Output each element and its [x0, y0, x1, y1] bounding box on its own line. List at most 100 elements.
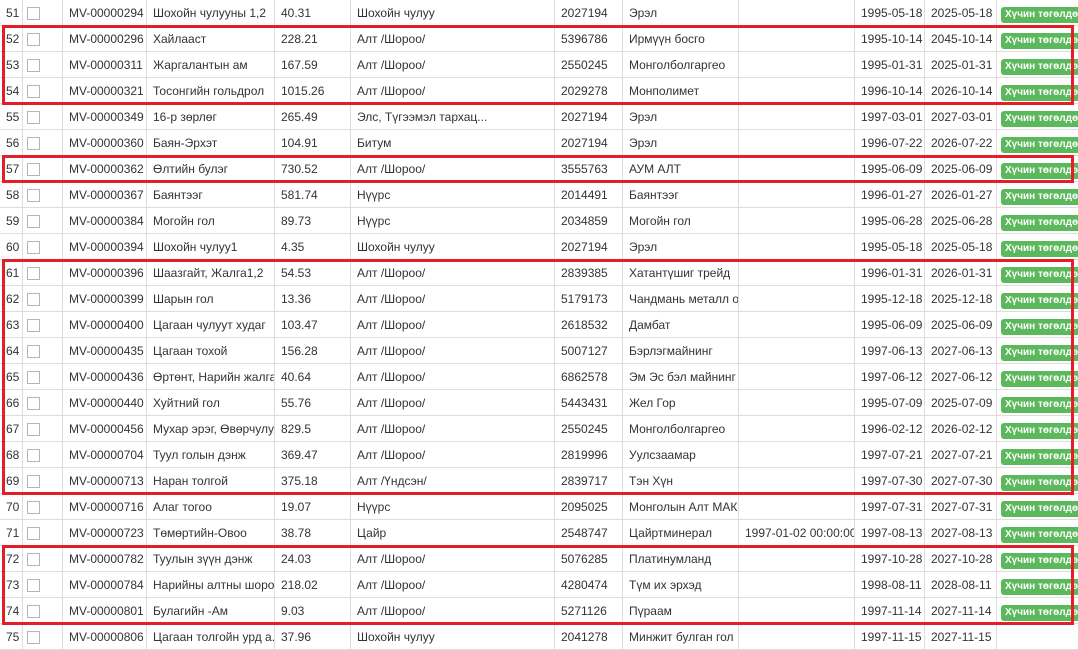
table-row[interactable]: 63 MV-00000400 Цагаан чулуут худаг 103.47 Ал… [0, 312, 1078, 338]
status-badge[interactable]: Хүчин төгөлдөр [1001, 605, 1078, 621]
row-checkbox[interactable] [27, 111, 40, 124]
status-badge[interactable]: Хүчин төгөлдөр [1001, 7, 1078, 23]
start-date: 1995-06-09 [854, 312, 924, 337]
row-checkbox[interactable] [27, 475, 40, 488]
table-row[interactable]: 72 MV-00000782 Туулын зүүн дэнж 24.03 Алт /Ш… [0, 546, 1078, 572]
table-row[interactable]: 65 MV-00000436 Өртөнт, Нарийн жалга 40.64 Ал… [0, 364, 1078, 390]
start-date: 1997-11-15 [854, 624, 924, 649]
table-row[interactable]: 62 MV-00000399 Шарын гол 13.36 Алт /Шороо/51… [0, 286, 1078, 312]
table-row[interactable]: 74 MV-00000801 Булагийн -Ам 9.03 Алт /Шороо/… [0, 598, 1078, 624]
registry-number: 5076285 [554, 546, 622, 571]
status-badge[interactable]: Хүчин төгөлдөр [1001, 345, 1078, 361]
row-checkbox[interactable] [27, 527, 40, 540]
status-badge[interactable]: Хүчин төгөлдөр [1001, 527, 1078, 543]
start-date: 1995-07-09 [854, 390, 924, 415]
table-row[interactable]: 66 MV-00000440 Хуйтний гол 55.76 Алт /Шороо/… [0, 390, 1078, 416]
status-badge[interactable]: Хүчин төгөлдөр [1001, 241, 1078, 257]
table-row[interactable]: 71 MV-00000723 Төмөртийн-Овоо 38.78 Цайр 2548… [0, 520, 1078, 546]
table-row[interactable]: 61 MV-00000396 Шаазгайт, Жалга1,2 54.53 Алт … [0, 260, 1078, 286]
extra-date [738, 104, 854, 129]
status-badge[interactable]: Хүчин төгөлдөр [1001, 163, 1078, 179]
mineral-type: Битум [350, 130, 554, 155]
table-row[interactable]: 59 MV-00000384 Могойн гол 89.73 Нүүрс 2034859… [0, 208, 1078, 234]
row-checkbox[interactable] [27, 319, 40, 332]
table-row[interactable]: 52 MV-00000296 Хайлааст 228.21 Алт /Шороо/53… [0, 26, 1078, 52]
extra-date [738, 468, 854, 493]
table-row[interactable]: 53 MV-00000311 Жаргалантын ам 167.59 Алт /Шо… [0, 52, 1078, 78]
status-badge[interactable]: Хүчин төгөлдөр [1001, 137, 1078, 153]
table-row[interactable]: 67 MV-00000456 Мухар эрэг, Өвөрчулу... 829.… [0, 416, 1078, 442]
table-row[interactable]: 68 MV-00000704 Туул голын дэнж 369.47 Алт /Ш… [0, 442, 1078, 468]
status-badge[interactable]: Хүчин төгөлдөр [1001, 189, 1078, 205]
table-row[interactable]: 69 MV-00000713 Наран толгой 375.18 Алт /Үндс… [0, 468, 1078, 494]
table-row[interactable]: 55 MV-00000349 16-р зөрлөг 265.49 Элс, Түгээ… [0, 104, 1078, 130]
table-row[interactable]: 57 MV-00000362 Өлтийн булэг 730.52 Алт /Шоро… [0, 156, 1078, 182]
registry-number: 2550245 [554, 416, 622, 441]
row-checkbox[interactable] [27, 7, 40, 20]
status-badge[interactable]: Хүчин төгөлдөр [1001, 423, 1078, 439]
deposit-name: Жаргалантын ам [146, 52, 274, 77]
owner-name: Эрэл [622, 234, 738, 259]
status-badge[interactable]: Хүчин төгөлдөр [1001, 449, 1078, 465]
status-badge[interactable]: Хүчин төгөлдөр [1001, 475, 1078, 491]
row-checkbox[interactable] [27, 189, 40, 202]
status-badge[interactable]: Хүчин төгөлдөр [1001, 267, 1078, 283]
table-row[interactable]: 54 MV-00000321 Тосонгийн гольдрол 1015.26 Ал… [0, 78, 1078, 104]
table-row[interactable]: 64 MV-00000435 Цагаан тохой 156.28 Алт /Шоро… [0, 338, 1078, 364]
owner-name: Хатантүшиг трейд [622, 260, 738, 285]
license-code: MV-00000396 [62, 260, 146, 285]
row-checkbox[interactable] [27, 553, 40, 566]
row-checkbox[interactable] [27, 163, 40, 176]
row-checkbox[interactable] [27, 241, 40, 254]
table-row[interactable]: 58 MV-00000367 Баянтээг 581.74 Нүүрс 2014491 Б… [0, 182, 1078, 208]
extra-date [738, 52, 854, 77]
row-checkbox[interactable] [27, 449, 40, 462]
extra-date [738, 390, 854, 415]
row-checkbox[interactable] [27, 579, 40, 592]
status-badge[interactable]: Хүчин төгөлдөр [1001, 85, 1078, 101]
status-badge[interactable]: Хүчин төгөлдөр [1001, 371, 1078, 387]
status-badge[interactable]: Хүчин төгөлдөр [1001, 33, 1078, 49]
end-date: 2027-10-28 [924, 546, 996, 571]
row-checkbox[interactable] [27, 33, 40, 46]
row-checkbox[interactable] [27, 501, 40, 514]
owner-name: Монполимет [622, 78, 738, 103]
row-number: 59 [6, 214, 20, 228]
row-checkbox[interactable] [27, 137, 40, 150]
row-checkbox[interactable] [27, 345, 40, 358]
row-checkbox[interactable] [27, 293, 40, 306]
start-date: 1997-03-01 [854, 104, 924, 129]
status-badge[interactable]: Хүчин төгөлдөр [1001, 501, 1078, 517]
row-number: 71 [6, 526, 20, 540]
row-checkbox[interactable] [27, 423, 40, 436]
row-checkbox[interactable] [27, 371, 40, 384]
row-select-cell [22, 598, 62, 623]
table-row[interactable]: 56 MV-00000360 Баян-Эрхэт 104.91 Битум 202719… [0, 130, 1078, 156]
table-row[interactable]: 70 MV-00000716 Алаг тогоо 19.07 Нүүрс 2095025… [0, 494, 1078, 520]
extra-date [738, 286, 854, 311]
row-checkbox[interactable] [27, 59, 40, 72]
table-row[interactable]: 51 MV-00000294 Шохойн чулууны 1,2 40.31 Шохо… [0, 0, 1078, 26]
row-checkbox[interactable] [27, 397, 40, 410]
status-badge[interactable]: Хүчин төгөлдөр [1001, 553, 1078, 569]
row-checkbox[interactable] [27, 85, 40, 98]
status-badge[interactable]: Хүчин төгөлдөр [1001, 215, 1078, 231]
row-checkbox[interactable] [27, 215, 40, 228]
table-row[interactable]: 75 MV-00000806 Цагаан толгойн урд а... 37.9… [0, 624, 1078, 650]
mineral-type: Алт /Шороо/ [350, 26, 554, 51]
status-badge[interactable]: Хүчин төгөлдөр [1001, 397, 1078, 413]
row-checkbox[interactable] [27, 605, 40, 618]
status-badge[interactable]: Хүчин төгөлдөр [1001, 111, 1078, 127]
row-checkbox[interactable] [27, 267, 40, 280]
row-checkbox[interactable] [27, 631, 40, 644]
mineral-type: Алт /Шороо/ [350, 156, 554, 181]
status-badge[interactable]: Хүчин төгөлдөр [1001, 293, 1078, 309]
end-date: 2026-01-31 [924, 260, 996, 285]
start-date: 1995-06-09 [854, 156, 924, 181]
status-badge[interactable]: Хүчин төгөлдөр [1001, 319, 1078, 335]
status-badge[interactable]: Хүчин төгөлдөр [1001, 59, 1078, 75]
table-row[interactable]: 60 MV-00000394 Шохойн чулуу1 4.35 Шохойн чул… [0, 234, 1078, 260]
table-row[interactable]: 73 MV-00000784Нарийны алтны шороон...218.… [0, 572, 1078, 598]
status-badge[interactable]: Хүчин төгөлдөр [1001, 579, 1078, 595]
mineral-type: Алт /Шороо/ [350, 546, 554, 571]
